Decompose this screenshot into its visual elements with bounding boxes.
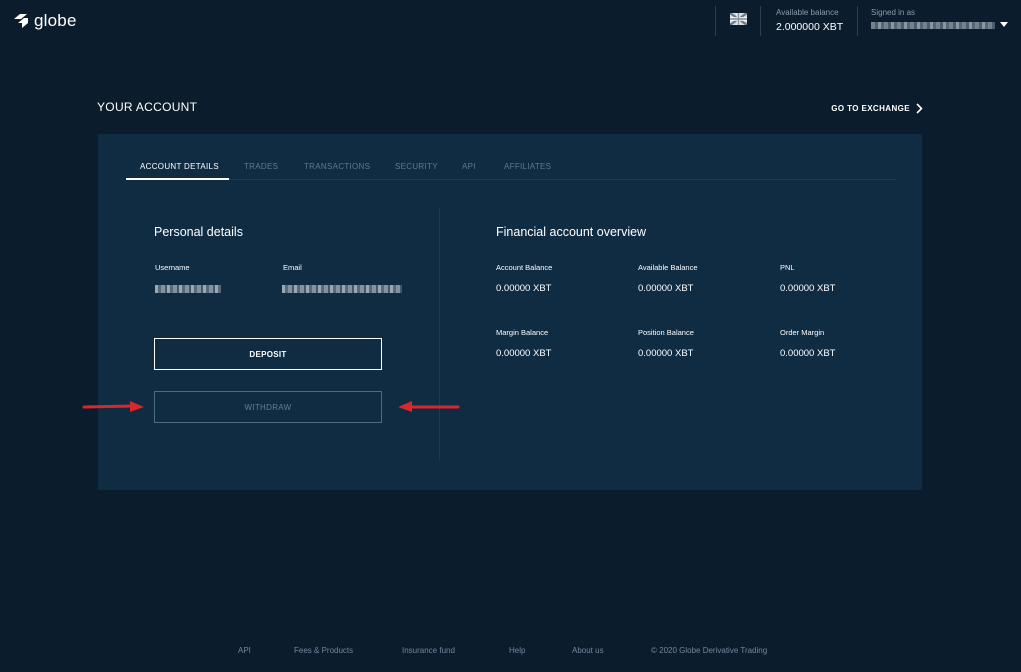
tab-affiliates[interactable]: AFFILIATES	[504, 162, 551, 171]
tab-account-details[interactable]: ACCOUNT DETAILS	[140, 162, 219, 171]
available-balance: Available balance 2.000000 XBT	[776, 8, 843, 33]
account-page: globe Available balance 2.000000 XBT Sig…	[0, 0, 1021, 672]
logo-text: globe	[34, 11, 77, 30]
signed-in-menu[interactable]: Signed in as	[871, 8, 995, 29]
chevron-down-icon[interactable]	[1000, 22, 1008, 27]
page-title: YOUR ACCOUNT	[97, 100, 198, 114]
personal-details-heading: Personal details	[154, 225, 243, 239]
globe-logo-icon	[14, 14, 28, 28]
annotation-arrow-left-icon	[398, 401, 460, 412]
footer-link-about[interactable]: About us	[572, 646, 604, 655]
signed-in-label: Signed in as	[871, 8, 916, 17]
margin-balance-label: Margin Balance	[496, 328, 549, 337]
footer-link-api[interactable]: API	[238, 646, 251, 655]
balance-value: 2.000000 XBT	[776, 21, 844, 33]
deposit-button[interactable]: DEPOSIT	[154, 338, 382, 370]
order-margin-value: 0.00000 XBT	[780, 348, 836, 359]
pnl-label: PNL	[780, 263, 795, 272]
column-divider	[439, 208, 440, 461]
go-to-exchange-link[interactable]: GO TO EXCHANGE	[831, 103, 923, 114]
account-tabs: ACCOUNT DETAILS TRADES TRANSACTIONS SECU…	[126, 158, 896, 180]
withdraw-button[interactable]: WITHDRAW	[154, 391, 382, 423]
account-balance-label: Account Balance	[496, 263, 553, 272]
annotation-arrow-right-icon	[82, 401, 144, 412]
header-divider	[715, 6, 716, 36]
financial-overview-heading: Financial account overview	[496, 225, 647, 239]
available-balance-label: Available Balance	[638, 263, 698, 272]
position-balance-value: 0.00000 XBT	[638, 348, 694, 359]
header-divider	[857, 6, 858, 36]
balance-label: Available balance	[776, 8, 839, 17]
account-balance-value: 0.00000 XBT	[496, 283, 552, 294]
pnl-value: 0.00000 XBT	[780, 283, 836, 294]
tab-trades[interactable]: TRADES	[244, 162, 278, 171]
active-tab-indicator	[126, 178, 229, 180]
header-divider	[760, 6, 761, 36]
footer-link-insurance[interactable]: Insurance fund	[402, 646, 455, 655]
account-card: ACCOUNT DETAILS TRADES TRANSACTIONS SECU…	[98, 134, 922, 490]
go-to-exchange-label: GO TO EXCHANGE	[831, 104, 910, 113]
footer-link-help[interactable]: Help	[509, 646, 525, 655]
email-value-redacted	[282, 285, 402, 293]
footer-link-fees[interactable]: Fees & Products	[294, 646, 353, 655]
chevron-right-icon	[916, 103, 923, 114]
uk-flag-icon[interactable]	[730, 13, 747, 25]
tab-transactions[interactable]: TRANSACTIONS	[304, 162, 370, 171]
tab-api[interactable]: API	[462, 162, 476, 171]
username-label: Username	[155, 263, 190, 272]
order-margin-label: Order Margin	[780, 328, 825, 337]
tab-security[interactable]: SECURITY	[395, 162, 438, 171]
signed-in-user-redacted	[871, 22, 995, 29]
username-value-redacted	[155, 285, 221, 293]
email-label: Email	[283, 263, 302, 272]
position-balance-label: Position Balance	[638, 328, 694, 337]
footer-copyright: © 2020 Globe Derivative Trading	[651, 646, 768, 655]
globe-logo[interactable]: globe	[12, 10, 77, 32]
available-balance-value: 0.00000 XBT	[638, 283, 694, 294]
margin-balance-value: 0.00000 XBT	[496, 348, 552, 359]
